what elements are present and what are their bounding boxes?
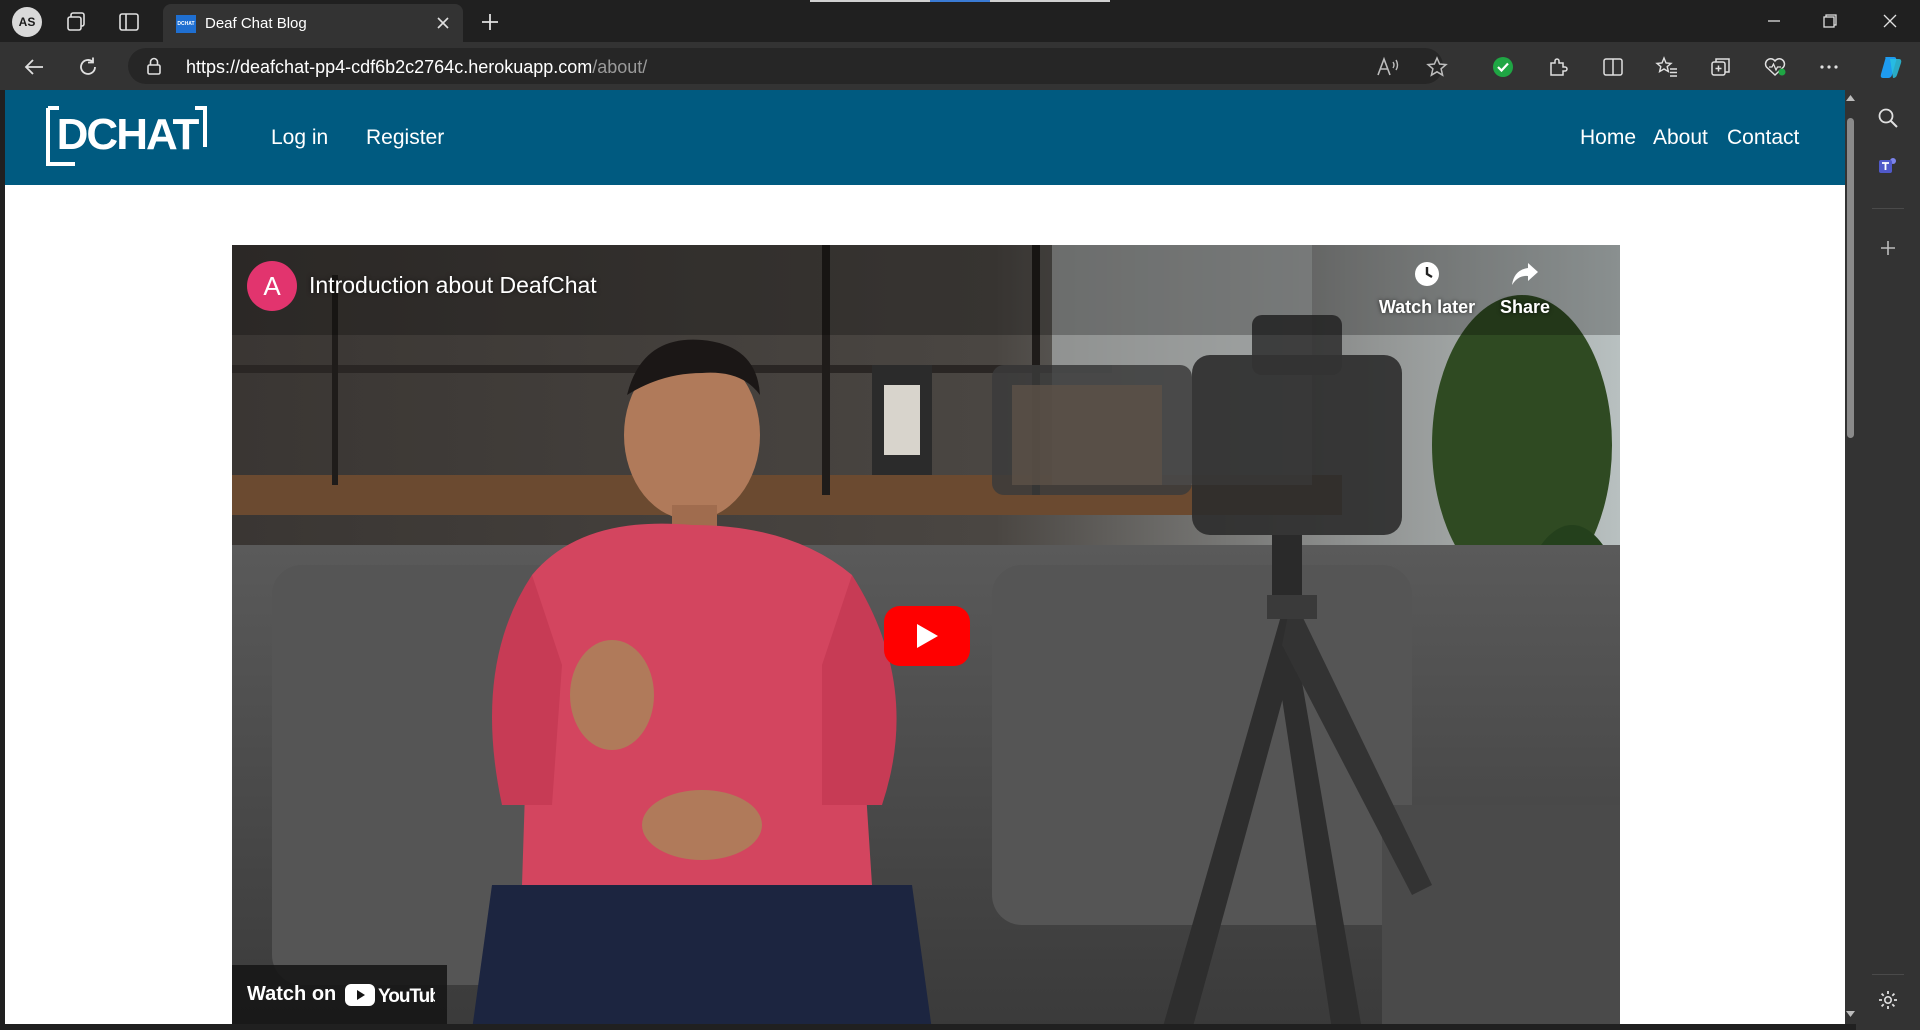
url-text[interactable]: https://deafchat-pp4-cdf6b2c2764c.heroku… — [186, 57, 647, 78]
watch-on-youtube-button[interactable]: Watch on YouTube — [232, 965, 447, 1024]
youtube-wordmark: YouTube — [378, 986, 435, 1007]
minimize-icon[interactable] — [1746, 0, 1802, 42]
tab-deaf-chat-blog[interactable]: DCHAT Deaf Chat Blog — [163, 4, 463, 42]
nav-contact[interactable]: Contact — [1727, 126, 1799, 150]
nav-register[interactable]: Register — [366, 126, 444, 150]
url-host: https://deafchat-pp4-cdf6b2c2764c.heroku… — [186, 57, 593, 77]
restore-icon[interactable] — [1802, 0, 1858, 42]
refresh-icon[interactable] — [73, 52, 103, 82]
watch-later-button[interactable]: Watch later — [1372, 259, 1482, 321]
address-bar[interactable]: https://deafchat-pp4-cdf6b2c2764c.heroku… — [128, 48, 1443, 84]
new-tab-icon[interactable] — [475, 8, 505, 36]
vertical-tabs-icon[interactable] — [116, 9, 142, 35]
split-screen-icon[interactable] — [1598, 52, 1628, 82]
back-arrow-icon[interactable] — [19, 52, 49, 82]
favorites-icon[interactable] — [1652, 52, 1682, 82]
sidebar-divider — [1872, 208, 1904, 209]
collections-icon[interactable] — [1706, 52, 1736, 82]
scroll-up-icon[interactable] — [1845, 92, 1856, 104]
tab-title: Deaf Chat Blog — [205, 15, 307, 32]
youtube-embed[interactable]: A Introduction about DeafChat Watch late… — [232, 245, 1620, 1024]
clock-icon — [1372, 259, 1482, 289]
add-icon[interactable] — [1874, 234, 1902, 262]
lock-icon[interactable] — [144, 56, 164, 76]
profile-avatar[interactable]: AS — [12, 7, 42, 37]
url-path: /about/ — [592, 57, 648, 77]
scroll-down-icon[interactable] — [1845, 1008, 1856, 1020]
watch-later-label: Watch later — [1378, 297, 1476, 317]
security-check-icon[interactable] — [1488, 52, 1518, 82]
favorite-star-icon[interactable] — [1422, 52, 1452, 82]
teams-icon[interactable] — [1874, 152, 1902, 180]
share-button[interactable]: Share — [1470, 259, 1580, 321]
page-viewport: DCHAT Log in Register Home About Contact — [5, 90, 1845, 1024]
nav-login[interactable]: Log in — [271, 126, 328, 150]
browser-title-bar: AS DCHAT Deaf Chat Blog — [0, 0, 1920, 42]
play-button[interactable] — [884, 606, 970, 666]
close-window-icon[interactable] — [1862, 0, 1918, 42]
browser-essentials-icon[interactable] — [1760, 52, 1790, 82]
more-menu-icon[interactable] — [1814, 52, 1844, 82]
dchat-logo[interactable]: DCHAT — [45, 105, 208, 167]
share-label: Share — [1499, 297, 1551, 317]
page-scrollbar[interactable] — [1845, 90, 1856, 1024]
site-header: DCHAT Log in Register Home About Contact — [5, 90, 1845, 185]
tab-close-icon[interactable] — [431, 11, 455, 35]
sidebar-divider-bottom — [1872, 974, 1904, 975]
site-favicon-icon: DCHAT — [176, 15, 196, 33]
channel-avatar[interactable]: A — [247, 261, 297, 311]
copilot-icon[interactable] — [1876, 52, 1906, 82]
youtube-logo-icon: YouTube — [345, 984, 435, 1007]
watch-on-label: Watch on — [247, 983, 337, 1005]
play-icon — [917, 624, 938, 648]
share-arrow-icon — [1470, 259, 1580, 289]
window-top-strip-accent — [930, 0, 990, 2]
settings-gear-icon[interactable] — [1874, 986, 1902, 1014]
scroll-thumb[interactable] — [1847, 118, 1854, 438]
nav-about[interactable]: About — [1653, 126, 1708, 150]
search-icon[interactable] — [1874, 104, 1902, 132]
logo-text: DCHAT — [57, 110, 200, 159]
extensions-icon[interactable] — [1543, 52, 1573, 82]
browser-toolbar: https://deafchat-pp4-cdf6b2c2764c.heroku… — [0, 42, 1920, 90]
nav-home[interactable]: Home — [1580, 126, 1636, 150]
workspaces-icon[interactable] — [64, 9, 90, 35]
read-aloud-icon[interactable] — [1373, 52, 1403, 82]
browser-sidebar — [1856, 90, 1920, 1030]
video-title[interactable]: Introduction about DeafChat — [309, 272, 597, 299]
